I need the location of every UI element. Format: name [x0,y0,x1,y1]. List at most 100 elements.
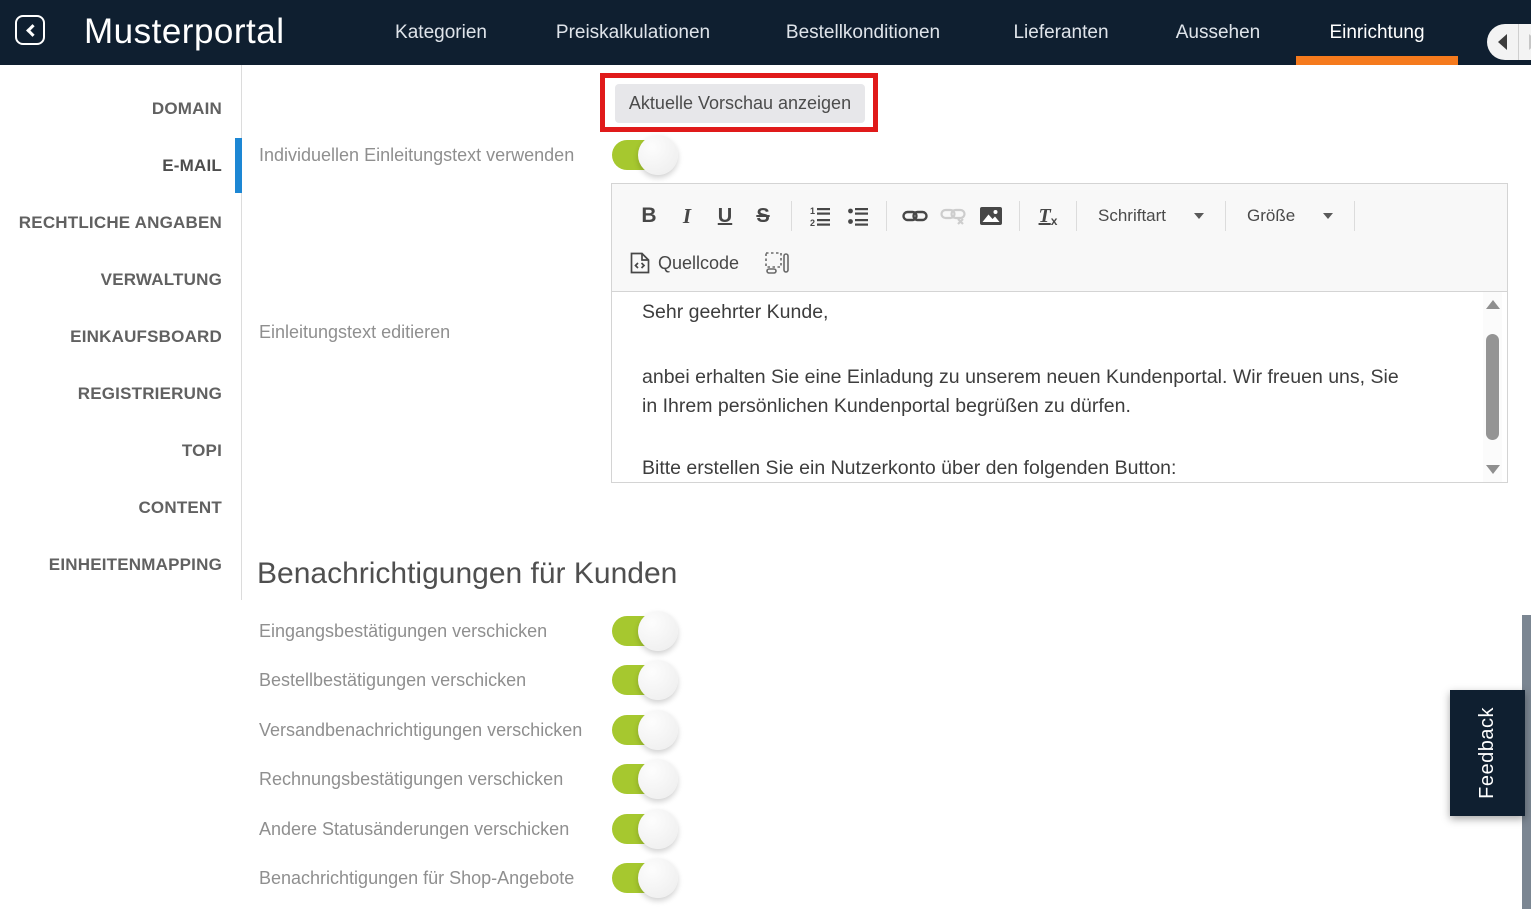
unlink-icon[interactable] [934,199,972,233]
sidebar-item-rechtliche-angaben[interactable]: RECHTLICHE ANGABEN [0,194,241,251]
notification-row-bestellbestaetigungen: Bestellbestätigungen verschicken [259,660,1531,700]
sidebar-item-domain[interactable]: DOMAIN [0,80,241,137]
editor-text: Sehr geehrter Kunde, anbei erhalten Sie … [612,292,1507,482]
toggle-eingangsbestaetigungen[interactable] [612,611,678,651]
notification-row-eingangsbestaetigungen: Eingangsbestätigungen verschicken [259,611,1531,651]
sidebar-item-registrierung[interactable]: REGISTRIERUNG [0,365,241,422]
arrow-left-icon [1497,34,1507,50]
top-navigation-bar: Musterportal Kategorien Preiskalkulation… [0,0,1531,65]
sidebar-item-label: EINHEITENMAPPING [48,554,222,574]
editor-paragraph: Bitte erstellen Sie ein Nutzerkonto über… [642,457,1177,479]
rich-text-editor: B I U S 12 T x Schriftart Größe Quellcod… [611,183,1508,483]
toggle-label: Benachrichtigungen für Shop-Angebote [259,868,575,888]
source-code-label: Quellcode [658,252,740,273]
toggle-knob [638,710,678,750]
italic-icon[interactable]: I [668,199,706,233]
feedback-tab[interactable]: Feedback [1450,690,1525,816]
nav-scroll-right-button[interactable] [1519,24,1531,60]
notification-row-shop-angebote: Benachrichtigungen für Shop-Angebote [259,858,1531,898]
chevron-left-icon [26,24,39,37]
toggle-andere-statusaenderungen[interactable] [612,809,678,849]
scrollbar-thumb[interactable] [1486,334,1499,440]
show-preview-button[interactable]: Aktuelle Vorschau anzeigen [615,84,865,123]
editor-paragraph: anbei erhalten Sie eine Einladung zu uns… [642,366,1399,417]
toolbar-separator [1076,201,1077,231]
sidebar-item-label: VERWALTUNG [100,269,222,289]
notification-row-rechnungsbestaetigungen: Rechnungsbestätigungen verschicken [259,759,1531,799]
editor-toolbar-row-2: Quellcode [630,244,1507,282]
settings-sidebar: DOMAIN E-MAIL RECHTLICHE ANGABEN VERWALT… [0,65,242,600]
sidebar-item-label: RECHTLICHE ANGABEN [18,212,222,232]
nav-item-preiskalkulationen[interactable]: Preiskalkulationen [556,0,710,65]
notifications-heading: Benachrichtigungen für Kunden [257,557,678,590]
show-blocks-button[interactable] [765,252,789,274]
editor-content-area[interactable]: Sehr geehrter Kunde, anbei erhalten Sie … [612,292,1507,482]
chevron-down-icon [1323,213,1334,219]
sidebar-item-label: DOMAIN [151,98,222,118]
nav-item-kategorien[interactable]: Kategorien [395,0,487,65]
toggle-label: Rechnungsbestätigungen verschicken [259,769,564,789]
toggle-label: Bestellbestätigungen verschicken [259,670,527,690]
toggle-versandbenachrichtigungen[interactable] [612,710,678,750]
sidebar-item-label: TOPI [181,440,222,460]
nav-scroll-left-button[interactable] [1487,24,1519,60]
show-blocks-icon [765,252,789,274]
sidebar-item-content[interactable]: CONTENT [0,479,241,536]
toggle-bestellbestaetigungen[interactable] [612,660,678,700]
back-button[interactable] [15,15,45,45]
notification-row-versandbenachrichtigungen: Versandbenachrichtigungen verschicken [259,710,1531,750]
sidebar-item-topi[interactable]: TOPI [0,422,241,479]
scroll-up-arrow-icon[interactable] [1486,300,1500,309]
sidebar-item-einkaufsboard[interactable]: EINKAUFSBOARD [0,308,241,365]
toggle-knob [638,135,678,175]
toolbar-separator [886,201,887,231]
active-tab-underline [1296,56,1458,65]
toggle-knob [638,809,678,849]
strikethrough-icon[interactable]: S [744,199,782,233]
nav-item-lieferanten[interactable]: Lieferanten [1013,0,1108,65]
source-icon [630,252,650,274]
sidebar-item-einheitenmapping[interactable]: EINHEITENMAPPING [0,536,241,593]
toggle-knob [638,759,678,799]
link-icon[interactable] [896,199,934,233]
notification-row-andere-statusaenderungen: Andere Statusänderungen verschicken [259,809,1531,849]
editor-toolbar: B I U S 12 T x Schriftart Größe Quellcod… [612,184,1507,292]
font-family-dropdown[interactable]: Schriftart [1086,199,1216,233]
nav-item-aussehen[interactable]: Aussehen [1176,0,1261,65]
svg-text:2: 2 [810,218,815,227]
editor-paragraph: Sehr geehrter Kunde, [642,301,829,323]
toggle-knob [638,611,678,651]
editor-field-label: Einleitungstext editieren [259,322,451,342]
underline-icon[interactable]: U [706,199,744,233]
toggle-knob [638,660,678,700]
active-item-indicator [235,138,242,193]
toolbar-separator [1019,201,1020,231]
image-icon[interactable] [972,199,1010,233]
sidebar-item-email[interactable]: E-MAIL [0,137,242,194]
brand-title: Musterportal [84,12,285,51]
font-size-dropdown[interactable]: Größe [1235,199,1345,233]
app-window: Musterportal Kategorien Preiskalkulation… [0,0,1531,909]
sidebar-item-label: E-MAIL [162,155,222,175]
toggle-shop-angebote[interactable] [612,858,678,898]
toolbar-separator [1225,201,1227,231]
intro-text-toggle[interactable] [612,135,678,175]
chevron-down-icon [1194,213,1205,219]
toggle-knob [638,858,678,898]
remove-format-icon[interactable]: Tx [1029,199,1067,233]
nav-item-bestellkonditionen[interactable]: Bestellkonditionen [786,0,940,65]
font-family-label: Schriftart [1098,206,1167,225]
sidebar-item-label: CONTENT [138,497,222,517]
source-code-button[interactable]: Quellcode [630,252,739,274]
bold-icon[interactable]: B [630,199,668,233]
toggle-label: Andere Statusänderungen verschicken [259,819,570,839]
ordered-list-icon[interactable]: 12 [801,199,839,233]
toolbar-separator [1354,201,1356,231]
sidebar-item-verwaltung[interactable]: VERWALTUNG [0,251,241,308]
toggle-rechnungsbestaetigungen[interactable] [612,759,678,799]
bulleted-list-icon[interactable] [839,199,877,233]
intro-toggle-label: Individuellen Einleitungstext verwenden [259,145,575,165]
toggle-label: Versandbenachrichtigungen verschicken [259,720,583,740]
sidebar-item-label: REGISTRIERUNG [77,383,222,403]
scroll-down-arrow-icon[interactable] [1486,465,1500,474]
